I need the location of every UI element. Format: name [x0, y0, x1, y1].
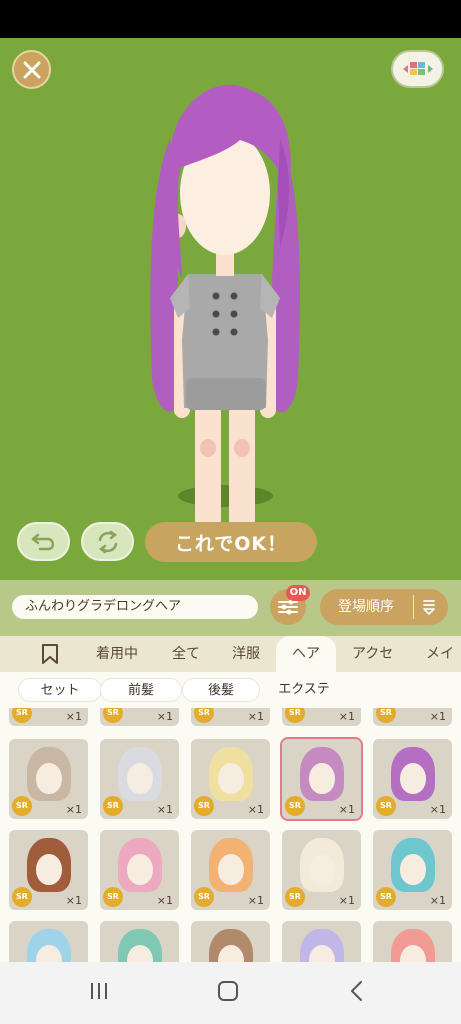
- hair-thumbnail-face: [36, 854, 62, 885]
- tab-wearing[interactable]: 着用中: [96, 636, 138, 672]
- hair-thumbnail-face: [127, 854, 153, 885]
- rarity-badge: SR: [194, 887, 214, 907]
- item-quantity: ×1: [156, 710, 173, 723]
- item-card[interactable]: SR ×1: [282, 830, 361, 910]
- hair-thumbnail-face: [309, 854, 335, 885]
- hair-thumbnail-face: [218, 854, 244, 885]
- item-card[interactable]: SR ×1: [100, 830, 179, 910]
- system-nav-bar: [0, 962, 461, 1024]
- item-quantity: ×1: [156, 803, 173, 816]
- subtab-set[interactable]: セット: [18, 678, 102, 702]
- item-quantity: ×1: [338, 894, 355, 907]
- rarity-badge: SR: [103, 708, 123, 723]
- item-card[interactable]: SR ×1: [282, 708, 361, 726]
- rarity-badge: SR: [12, 887, 32, 907]
- outfit-name: ふんわりグラデロングヘア: [12, 595, 258, 619]
- tab-accessories[interactable]: アクセ: [352, 636, 393, 672]
- rarity-badge: SR: [103, 887, 123, 907]
- undo-icon: [31, 533, 54, 550]
- filter-on-badge: ON: [286, 585, 310, 601]
- hair-thumbnail-face: [127, 763, 153, 794]
- close-button[interactable]: [12, 50, 51, 89]
- category-tabs: 着用中 全て 洋服 ヘア アクセ メイク: [0, 636, 461, 672]
- item-card[interactable]: SR ×1: [373, 739, 452, 819]
- sort-label: 登場順序: [338, 599, 394, 615]
- hair-thumbnail-face: [400, 763, 426, 794]
- item-card[interactable]: SR ×1: [9, 739, 88, 819]
- rarity-badge: SR: [376, 796, 396, 816]
- hair-thumbnail-face: [400, 854, 426, 885]
- item-quantity: ×1: [156, 894, 173, 907]
- item-card[interactable]: SR ×1: [191, 830, 270, 910]
- item-quantity: ×1: [247, 710, 264, 723]
- rarity-badge: SR: [103, 796, 123, 816]
- close-icon: [23, 61, 40, 78]
- item-card[interactable]: [100, 921, 179, 962]
- item-card[interactable]: SR ×1: [373, 708, 452, 726]
- rarity-badge: SR: [376, 887, 396, 907]
- hair-thumbnail-face: [218, 763, 244, 794]
- undo-button[interactable]: [17, 522, 70, 561]
- hair-thumbnail-face: [36, 763, 62, 794]
- item-quantity: ×1: [65, 710, 82, 723]
- rotate-icon: [98, 530, 117, 553]
- tab-all[interactable]: 全て: [172, 636, 200, 672]
- item-quantity: ×1: [338, 710, 355, 723]
- item-quantity: ×1: [247, 803, 264, 816]
- item-card[interactable]: SR ×1: [9, 708, 88, 726]
- item-quantity: ×1: [247, 894, 264, 907]
- item-card[interactable]: SR ×1: [191, 739, 270, 819]
- item-quantity: ×1: [429, 803, 446, 816]
- confirm-button[interactable]: これでOK！: [145, 522, 317, 562]
- item-card[interactable]: SR ×1: [100, 739, 179, 819]
- rotate-button[interactable]: [81, 522, 134, 561]
- subtab-extensions[interactable]: エクステ: [260, 678, 348, 702]
- item-card-selected[interactable]: SR ×1: [280, 737, 363, 821]
- outfit-controls: ふんわりグラデロングヘア ON 登場順序: [0, 580, 461, 636]
- layout-toggle-button[interactable]: [391, 50, 444, 88]
- item-quantity: ×1: [65, 894, 82, 907]
- rarity-badge: SR: [12, 708, 32, 723]
- rarity-badge: SR: [194, 796, 214, 816]
- subtab-bangs[interactable]: 前髪: [100, 678, 182, 702]
- tab-clothes[interactable]: 洋服: [232, 636, 260, 672]
- sort-order-icon[interactable]: [421, 598, 437, 616]
- item-card[interactable]: [282, 921, 361, 962]
- avatar-stage: これでOK！: [0, 38, 461, 580]
- rarity-badge: SR: [194, 708, 214, 723]
- item-card[interactable]: [191, 921, 270, 962]
- rarity-badge: SR: [285, 708, 305, 723]
- subtab-back-hair[interactable]: 後髪: [182, 678, 260, 702]
- bookmark-icon[interactable]: [40, 643, 60, 665]
- rarity-badge: SR: [285, 796, 305, 816]
- tab-hair[interactable]: ヘア: [276, 636, 336, 672]
- avatar-character[interactable]: [130, 78, 320, 548]
- rarity-badge: SR: [12, 796, 32, 816]
- hair-subtabs: セット 前髪 後髪 エクステ: [0, 672, 461, 708]
- sort-divider: [413, 595, 414, 619]
- item-card[interactable]: [373, 921, 452, 962]
- item-card[interactable]: SR ×1: [191, 708, 270, 726]
- item-quantity: ×1: [429, 894, 446, 907]
- item-card[interactable]: SR ×1: [373, 830, 452, 910]
- rarity-badge: SR: [376, 708, 396, 723]
- tab-makeup[interactable]: メイク: [426, 636, 461, 672]
- recent-apps-icon[interactable]: [88, 980, 110, 1002]
- item-quantity: ×1: [338, 803, 355, 816]
- rarity-badge: SR: [285, 887, 305, 907]
- item-card[interactable]: SR ×1: [100, 708, 179, 726]
- back-icon[interactable]: [346, 980, 368, 1002]
- item-card[interactable]: SR ×1: [9, 830, 88, 910]
- item-quantity: ×1: [429, 710, 446, 723]
- status-bar: [0, 0, 461, 38]
- layout-toggle-icon: [402, 62, 433, 75]
- item-quantity: ×1: [65, 803, 82, 816]
- sort-button[interactable]: 登場順序: [320, 589, 448, 625]
- home-icon[interactable]: [216, 980, 240, 1002]
- item-grid: SR ×1 SR ×1 SR ×1 SR ×1 SR ×1 SR ×1 SR ×…: [0, 708, 461, 962]
- hair-thumbnail-face: [309, 763, 335, 794]
- item-card[interactable]: [9, 921, 88, 962]
